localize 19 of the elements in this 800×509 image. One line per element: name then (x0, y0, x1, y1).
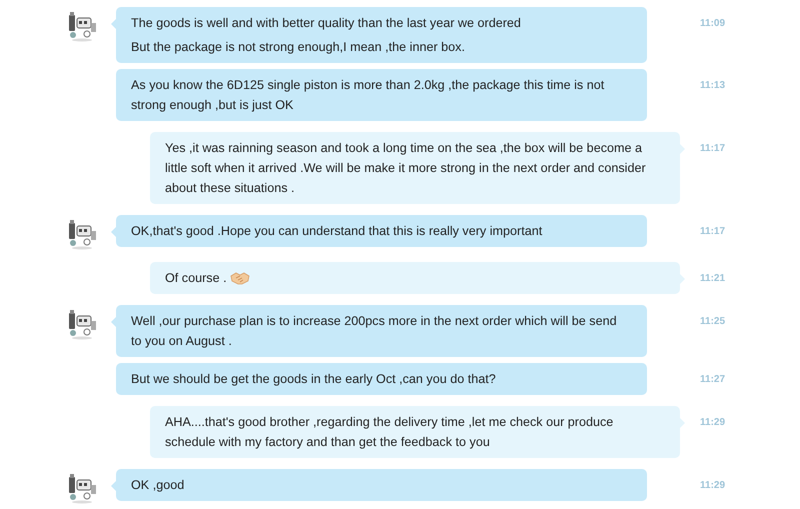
message-text: Well ,our purchase plan is to increase 200pcs more in the next order which will be send to you on August . (131, 313, 618, 350)
message-text: But the package is not strong enough,I mean ,the inner box. (131, 39, 466, 56)
message-text: As you know the 6D125 single piston is more than 2.0kg ,the package this time is not strong enough ,but is just OK (131, 77, 606, 114)
message-time: 11:29 (700, 417, 726, 428)
message-text: AHA....that's good brother ,regarding the delivery time ,let me check our produce schedule with my factory and than get the feedback to you (165, 414, 614, 451)
message-time: 11:27 (700, 374, 726, 385)
message-time: 11:29 (700, 480, 726, 491)
message-time: 11:17 (700, 143, 726, 154)
message-time: 11:25 (700, 316, 726, 327)
message-time: 11:17 (700, 226, 726, 237)
message-time: 11:13 (700, 80, 726, 91)
message-text: Of course . (165, 270, 227, 287)
message-text: Yes ,it was rainning season and took a long time on the sea ,the box will be become a little soft when it arrived .We will be make it more strong in the next order and consider about these situations . (165, 140, 647, 197)
message-time: 11:09 (700, 18, 726, 29)
message-text: OK,that's good .Hope you can understand that this is really very important (131, 223, 544, 240)
message-text: But we should be get the goods in the early Oct ,can you do that? (131, 371, 497, 388)
message-time: 11:21 (700, 273, 726, 284)
message-text: OK ,good (131, 477, 186, 494)
message-text: The goods is well and with better quality than the last year we ordered (131, 15, 522, 32)
